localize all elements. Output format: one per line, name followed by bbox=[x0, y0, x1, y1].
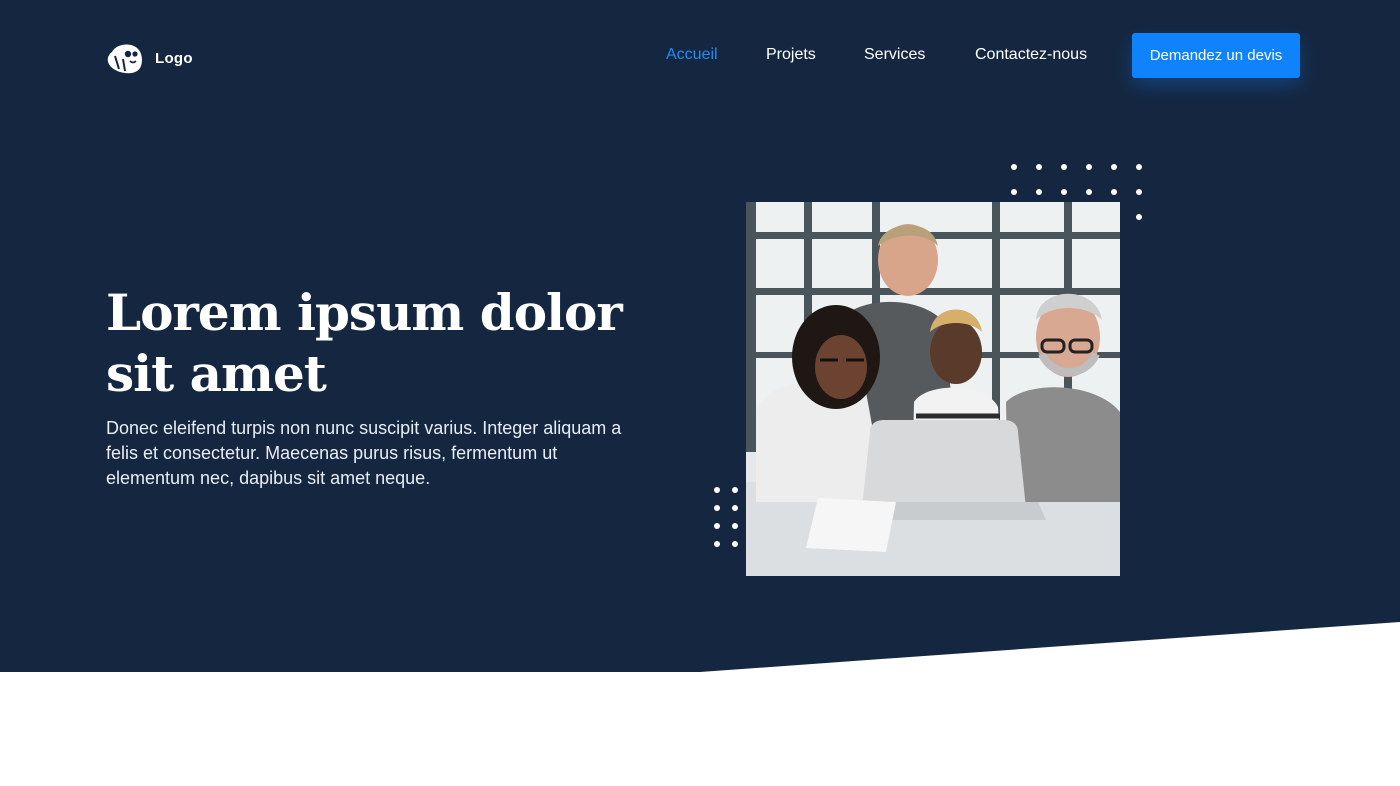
nav-link-services[interactable]: Services bbox=[864, 46, 925, 64]
team-photo bbox=[746, 202, 1120, 576]
hero-description: Donec eleifend turpis non nunc suscipit … bbox=[106, 418, 622, 488]
nav-link-accueil[interactable]: Accueil bbox=[666, 46, 718, 64]
brand-name: Logo bbox=[155, 49, 193, 67]
hero-title-line-2: sit amet bbox=[106, 344, 327, 403]
request-quote-button[interactable]: Demandez un devis bbox=[1132, 33, 1300, 78]
logo-icon bbox=[107, 44, 142, 74]
nav-link-projets[interactable]: Projets bbox=[766, 46, 816, 64]
hero-image bbox=[746, 202, 1120, 576]
nav-link-contact[interactable]: Contactez-nous bbox=[975, 46, 1087, 64]
decorative-dot-grid-left bbox=[714, 487, 738, 547]
hero-title-line-1: Lorem ipsum dolor bbox=[106, 283, 623, 342]
hero-title: Lorem ipsum dolor sit amet bbox=[106, 282, 646, 404]
brand-logo-link[interactable]: Logo bbox=[106, 42, 193, 74]
